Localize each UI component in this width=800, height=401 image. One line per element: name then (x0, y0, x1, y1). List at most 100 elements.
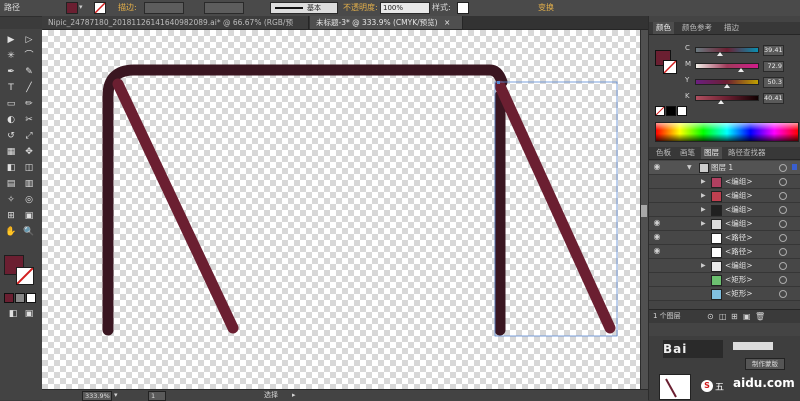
opacity-field[interactable] (733, 342, 773, 350)
tool-icon[interactable]: ✎ (22, 65, 36, 79)
tool-icon[interactable]: ▭ (4, 97, 18, 111)
stroke-color-box[interactable] (16, 267, 34, 285)
tool-icon[interactable]: ✥ (22, 145, 36, 159)
tool-icon[interactable]: T (4, 81, 18, 95)
tool-icon[interactable]: ⌒ (22, 49, 36, 63)
layer-name[interactable]: <编组> (725, 203, 753, 216)
tool-icon[interactable]: ▣ (22, 209, 36, 223)
layer-name[interactable]: 图层 1 (711, 161, 733, 174)
tab-swatches[interactable]: 色板 (653, 147, 674, 159)
eye-icon[interactable] (652, 204, 662, 214)
chevron-down-icon[interactable]: ▾ (79, 3, 83, 11)
chevron-down-icon[interactable]: ▾ (114, 390, 118, 401)
layer-name[interactable]: <路径> (725, 231, 753, 244)
chevron-right-icon[interactable]: ▶ (701, 175, 706, 188)
tool-icon[interactable]: ▶ (4, 33, 18, 47)
tab-layers[interactable]: 图层 (701, 147, 722, 159)
close-icon[interactable]: × (444, 18, 450, 27)
mask-thumbnail[interactable] (659, 374, 691, 400)
chevron-right-icon[interactable]: ▶ (701, 203, 706, 216)
tool-icon[interactable]: ✧ (4, 193, 18, 207)
layer-row[interactable]: <矩形> (649, 273, 800, 287)
brush-definition-dropdown[interactable]: 基本 (270, 2, 338, 14)
tool-icon[interactable]: ◫ (22, 161, 36, 175)
layer-row[interactable]: ◉ ▶ <编组> (649, 217, 800, 231)
channel-slider[interactable] (695, 63, 759, 69)
target-icon[interactable] (779, 164, 787, 172)
eye-icon[interactable] (652, 260, 662, 270)
eye-icon[interactable] (652, 274, 662, 284)
slider-thumb[interactable] (738, 68, 744, 72)
tool-icon[interactable]: ▤ (4, 177, 18, 191)
target-icon[interactable] (779, 276, 787, 284)
layer-name[interactable]: <路径> (725, 245, 753, 258)
layer-row[interactable]: ▶ <编组> (649, 259, 800, 273)
eye-icon[interactable]: ◉ (652, 162, 662, 172)
opacity-input[interactable]: 100% (380, 2, 430, 14)
color-mode-icon[interactable] (4, 293, 14, 303)
target-icon[interactable] (779, 290, 787, 298)
layer-name[interactable]: <矩形> (725, 287, 753, 300)
tool-icon[interactable]: ◧ (4, 161, 18, 175)
variable-width-field[interactable] (204, 2, 244, 14)
transform-link[interactable]: 变换 (538, 2, 554, 13)
draw-mode-icon[interactable]: ◧ (6, 307, 20, 321)
tool-icon[interactable]: ╱ (22, 81, 36, 95)
graphic-style-swatch[interactable] (457, 2, 469, 14)
target-icon[interactable] (779, 192, 787, 200)
channel-value-input[interactable]: 72.9 (763, 61, 784, 72)
gradient-mode-icon[interactable] (15, 293, 25, 303)
target-icon[interactable] (779, 178, 787, 186)
color-spectrum[interactable] (655, 122, 799, 142)
layer-name[interactable]: <编组> (725, 259, 753, 272)
eye-icon[interactable] (652, 190, 662, 200)
make-clipping-mask-icon[interactable]: ◫ (719, 310, 727, 323)
stroke-weight-field[interactable] (144, 2, 184, 14)
tool-icon[interactable]: 🔍 (22, 225, 36, 239)
anchor-point[interactable] (497, 81, 500, 84)
chevron-right-icon[interactable]: ▸ (292, 390, 296, 401)
layer-row[interactable]: ◉ <路径> (649, 245, 800, 259)
tool-icon[interactable]: ▥ (22, 177, 36, 191)
tab-nipic-document[interactable]: Nipic_24787180_20181126141640982089.ai* … (42, 16, 309, 40)
new-layer-icon[interactable]: ▣ (743, 310, 751, 323)
tool-icon[interactable]: ⤢ (22, 129, 36, 143)
tool-icon[interactable]: ◎ (22, 193, 36, 207)
opacity-label[interactable]: 不透明度: (343, 2, 378, 13)
tab-color[interactable]: 颜色 (653, 22, 674, 34)
tool-icon[interactable]: ◐ (4, 113, 18, 127)
layer-name[interactable]: <矩形> (725, 273, 753, 286)
make-mask-button[interactable]: 制作蒙版 (745, 358, 785, 370)
tab-pathfinder[interactable]: 路径查找器 (725, 147, 769, 159)
eye-icon[interactable] (652, 176, 662, 186)
artwork[interactable] (42, 30, 640, 389)
target-icon[interactable] (779, 220, 787, 228)
white-swatch[interactable] (677, 106, 687, 116)
new-sublayer-icon[interactable]: ⊞ (731, 310, 738, 323)
tool-icon[interactable]: ▷ (22, 33, 36, 47)
channel-value-input[interactable]: 39.41 (763, 45, 784, 56)
chevron-right-icon[interactable]: ▶ (701, 189, 706, 202)
slider-thumb[interactable] (717, 52, 723, 56)
slider-thumb[interactable] (718, 100, 724, 104)
channel-slider[interactable] (695, 47, 759, 53)
tool-icon[interactable]: ✳ (4, 49, 18, 63)
layer-row[interactable]: ◉ <路径> (649, 231, 800, 245)
tool-icon[interactable]: ▦ (4, 145, 18, 159)
tool-icon[interactable]: ↺ (4, 129, 18, 143)
layer-row[interactable]: ▶ <编组> (649, 189, 800, 203)
tool-icon[interactable]: ✏ (22, 97, 36, 111)
slider-thumb[interactable] (724, 84, 730, 88)
ime-mode-label[interactable]: 五 (715, 380, 724, 393)
channel-value-input[interactable]: 40.41 (763, 93, 784, 104)
left-diagonal-path[interactable] (112, 78, 239, 334)
canvas-area[interactable] (42, 30, 640, 389)
locate-object-icon[interactable]: ⊙ (707, 310, 714, 323)
ime-logo-icon[interactable]: S (701, 380, 713, 392)
black-swatch[interactable] (666, 106, 676, 116)
tool-icon[interactable]: ✋ (4, 225, 18, 239)
delete-layer-icon[interactable]: 🗑 (755, 310, 765, 323)
tab-stroke[interactable]: 描边 (721, 22, 742, 34)
target-icon[interactable] (779, 262, 787, 270)
eye-icon[interactable]: ◉ (652, 232, 662, 242)
